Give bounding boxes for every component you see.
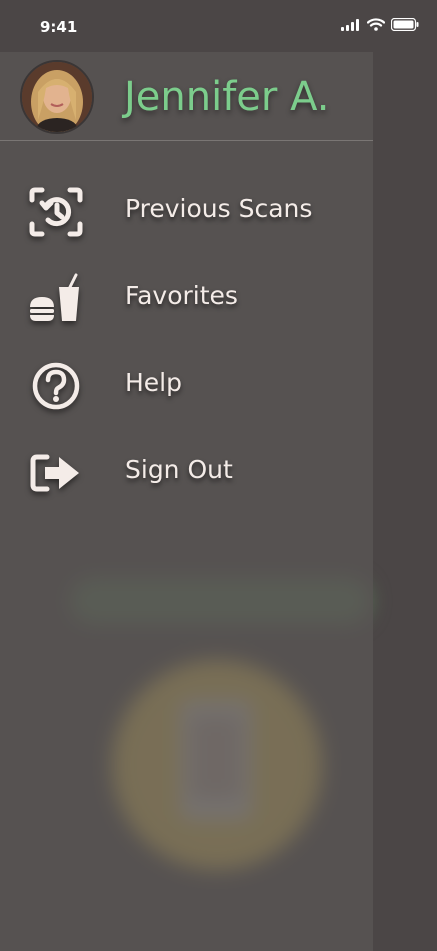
- help-icon: [28, 358, 84, 414]
- status-bar: 9:41: [0, 0, 437, 52]
- drawer-menu: Previous Scans Favorites Help Sign Out: [0, 170, 373, 518]
- navigation-drawer: Jennifer A. Previous Scans Favorites Hel…: [0, 52, 373, 951]
- menu-label-help: Help: [125, 368, 182, 397]
- avatar[interactable]: [20, 60, 94, 134]
- app-screen: 9:41 Jennifer A. Previous Scans Favorite…: [0, 0, 437, 951]
- sign-out-icon: [28, 445, 84, 501]
- signal-icon: [341, 16, 361, 35]
- wifi-icon: [366, 16, 386, 35]
- menu-label-favorites: Favorites: [125, 281, 238, 310]
- drawer-header: Jennifer A.: [0, 52, 373, 141]
- status-time: 9:41: [40, 18, 78, 36]
- food-drink-icon: [28, 271, 84, 327]
- menu-label-sign-out: Sign Out: [125, 455, 233, 484]
- menu-item-help[interactable]: Help: [0, 344, 373, 431]
- status-icons: [341, 16, 419, 35]
- menu-item-favorites[interactable]: Favorites: [0, 257, 373, 344]
- menu-label-previous-scans: Previous Scans: [125, 194, 313, 223]
- battery-icon: [390, 16, 419, 35]
- menu-item-sign-out[interactable]: Sign Out: [0, 431, 373, 518]
- user-name: Jennifer A.: [124, 74, 330, 120]
- menu-item-previous-scans[interactable]: Previous Scans: [0, 170, 373, 257]
- history-scan-icon: [28, 184, 84, 240]
